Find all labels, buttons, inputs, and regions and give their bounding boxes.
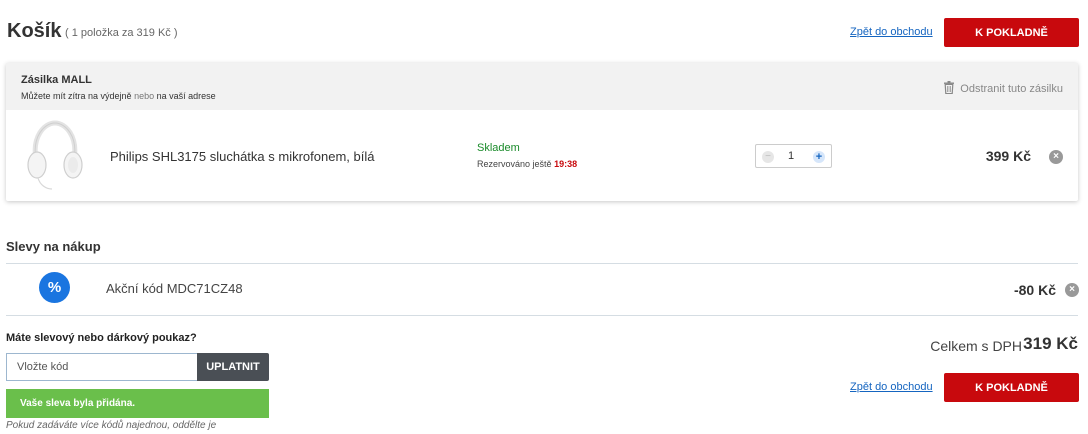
delivery-text-2: na vaší adrese [156,91,216,101]
product-name[interactable]: Philips SHL3175 sluchátka s mikrofonem, … [110,149,374,164]
decrease-quantity-button[interactable]: − [762,151,774,163]
remove-shipment-label: Odstranit tuto zásilku [960,83,1063,95]
voucher-hint: Pokud zadáváte více kódů najednou, odděl… [6,420,217,431]
delivery-text-1: Můžete mít zítra na výdejně [21,91,132,101]
reserved-label: Rezervováno ještě [477,159,552,169]
total-label: Celkem s DPH [930,338,1022,354]
discount-code-label: Akční kód MDC71CZ48 [106,281,243,296]
page-title: Košík [7,20,62,42]
shipment-delivery-info: Můžete mít zítra na výdejně nebo na vaší… [21,91,216,101]
voucher-question: Máte slevový nebo dárkový poukaz? [6,332,197,344]
back-to-shop-link-bottom[interactable]: Zpět do obchodu [850,381,933,393]
checkout-button-bottom[interactable]: K POKLADNĚ [944,373,1079,402]
discount-value: -80 Kč [1013,282,1056,298]
quantity-stepper: − 1 + [755,144,832,168]
cart-summary: ( 1 položka za 319 Kč ) [65,27,178,39]
shipment-header [6,63,1078,110]
back-to-shop-link[interactable]: Zpět do obchodu [850,26,933,38]
item-price: 399 Kč [985,148,1031,164]
shipment-title: Zásilka MALL [21,74,92,86]
checkout-button[interactable]: K POKLADNĚ [944,18,1079,47]
divider [6,315,1078,316]
total-value: 319 Kč [1023,334,1078,353]
quantity-value[interactable]: 1 [788,150,794,162]
divider [6,263,1078,264]
discounts-title: Slevy na nákup [6,239,101,254]
apply-voucher-button[interactable]: UPLATNIT [197,353,269,381]
reserved-time: 19:38 [554,159,578,169]
voucher-success-message: Vaše sleva byla přidána. [6,389,269,418]
remove-shipment-button[interactable]: Odstranit tuto zásilku [944,81,1063,97]
shipment-card: Zásilka MALL Můžete mít zítra na výdejně… [6,63,1078,201]
remove-discount-close-icon[interactable]: × [1065,283,1079,297]
discount-percent-icon: % [39,272,70,303]
voucher-code-input[interactable] [6,353,198,381]
remove-item-close-icon[interactable]: × [1049,150,1063,164]
stock-status: Skladem [477,142,520,154]
reservation-info: Rezervováno ještě 19:38 [477,159,577,169]
delivery-text-or: nebo [134,91,155,101]
trash-icon [944,81,955,97]
increase-quantity-button[interactable]: + [813,151,825,163]
product-image[interactable] [24,119,86,191]
headphones-icon [27,120,83,190]
